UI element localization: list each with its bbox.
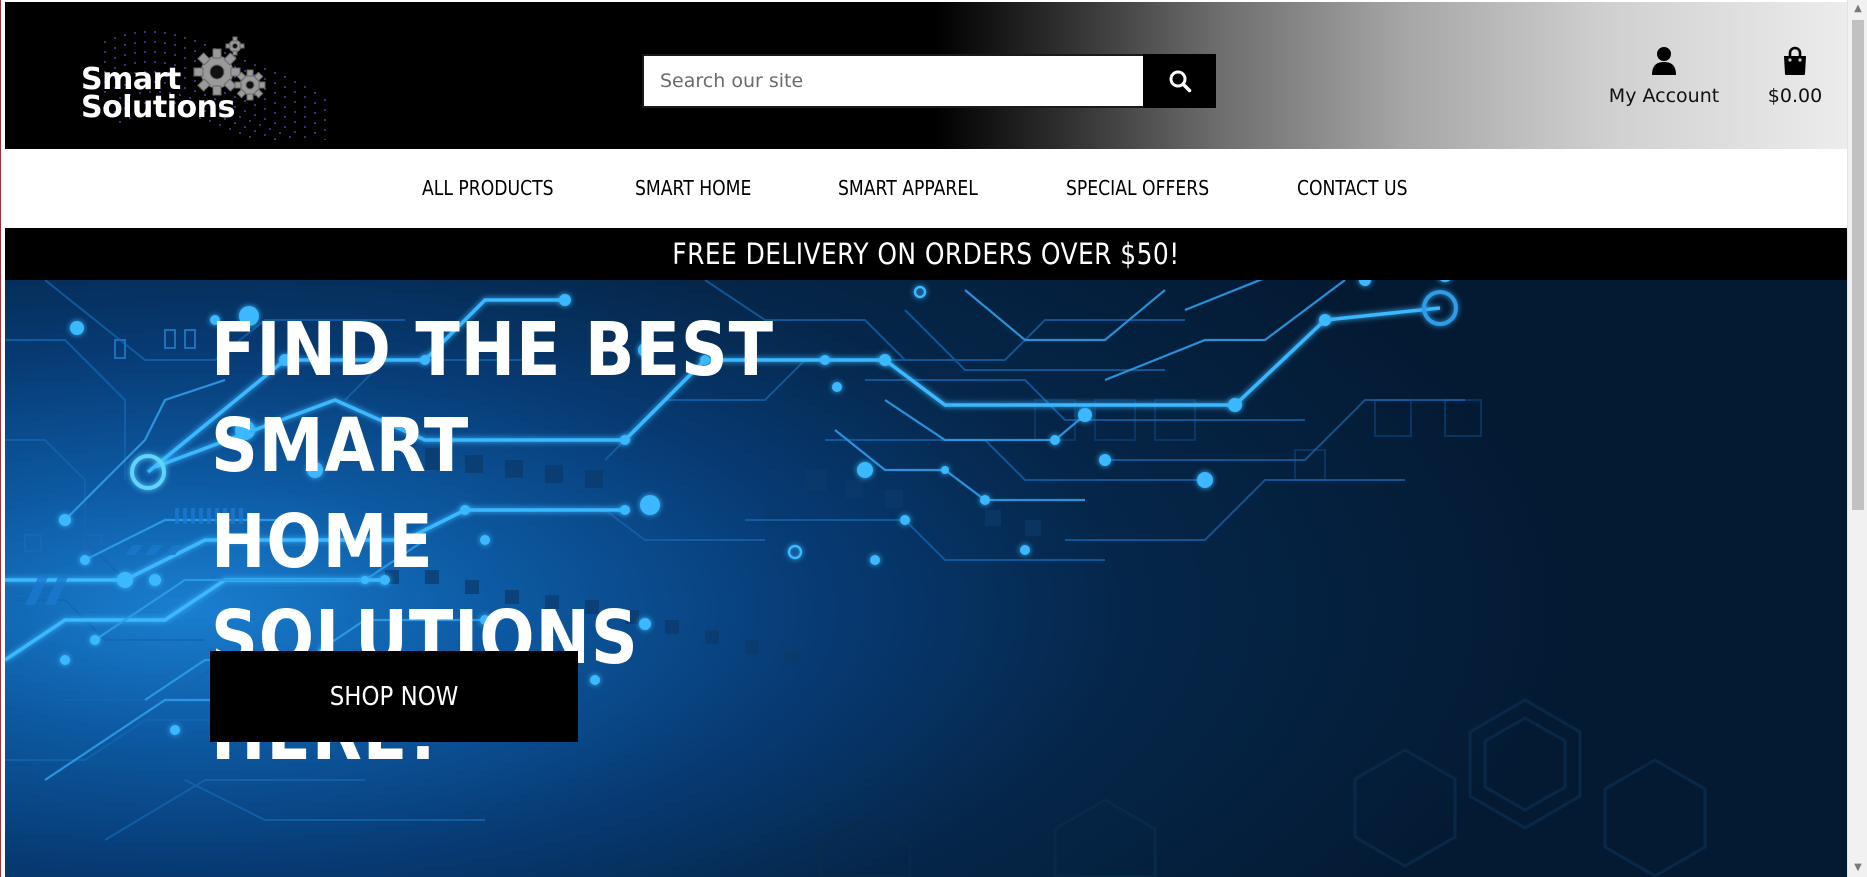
search-form bbox=[642, 54, 1216, 108]
page-scrollbar[interactable]: ▲ ▼ bbox=[1847, 0, 1867, 877]
main-nav: ALL PRODUCTS SMART HOME SMART APPAREL SP… bbox=[5, 149, 1847, 228]
search-icon bbox=[1169, 70, 1191, 93]
shop-now-button[interactable]: SHOP NOW bbox=[210, 651, 578, 742]
site-header: Smart Solutions My Account bbox=[5, 2, 1847, 149]
nav-item-smart-apparel[interactable]: SMART APPAREL bbox=[838, 149, 978, 228]
promo-text: FREE DELIVERY ON ORDERS OVER $50! bbox=[672, 237, 1180, 271]
shop-now-label: SHOP NOW bbox=[329, 681, 459, 712]
user-icon bbox=[1652, 47, 1676, 75]
nav-item-all-products[interactable]: ALL PRODUCTS bbox=[422, 149, 554, 228]
nav-item-special-offers[interactable]: SPECIAL OFFERS bbox=[1066, 149, 1209, 228]
window-left-edge bbox=[0, 0, 5, 877]
shopping-bag-icon bbox=[1784, 46, 1806, 75]
window-top-edge bbox=[0, 0, 1867, 2]
scroll-down-arrow-icon[interactable]: ▼ bbox=[1848, 859, 1867, 877]
scroll-up-arrow-icon[interactable]: ▲ bbox=[1848, 0, 1867, 18]
nav-item-contact-us[interactable]: CONTACT US bbox=[1297, 149, 1408, 228]
logo-text-line2: Solutions bbox=[81, 90, 235, 125]
scrollbar-thumb[interactable] bbox=[1852, 20, 1864, 510]
my-account-label: My Account bbox=[1608, 85, 1720, 107]
my-account-link[interactable]: My Account bbox=[1589, 46, 1739, 116]
nav-item-smart-home[interactable]: SMART HOME bbox=[635, 149, 751, 228]
cart-link[interactable]: $0.00 bbox=[1751, 46, 1839, 116]
hero-banner: FIND THE BEST SMART HOME SOLUTIONS HERE!… bbox=[5, 280, 1847, 877]
search-button[interactable] bbox=[1143, 54, 1216, 108]
promo-banner: FREE DELIVERY ON ORDERS OVER $50! bbox=[5, 228, 1847, 280]
page: Smart Solutions My Account bbox=[0, 0, 1867, 877]
cart-total: $0.00 bbox=[1767, 85, 1823, 107]
hero-title-line1: FIND THE BEST SMART bbox=[211, 307, 774, 489]
site-logo[interactable]: Smart Solutions bbox=[45, 24, 335, 140]
search-input[interactable] bbox=[642, 54, 1143, 108]
